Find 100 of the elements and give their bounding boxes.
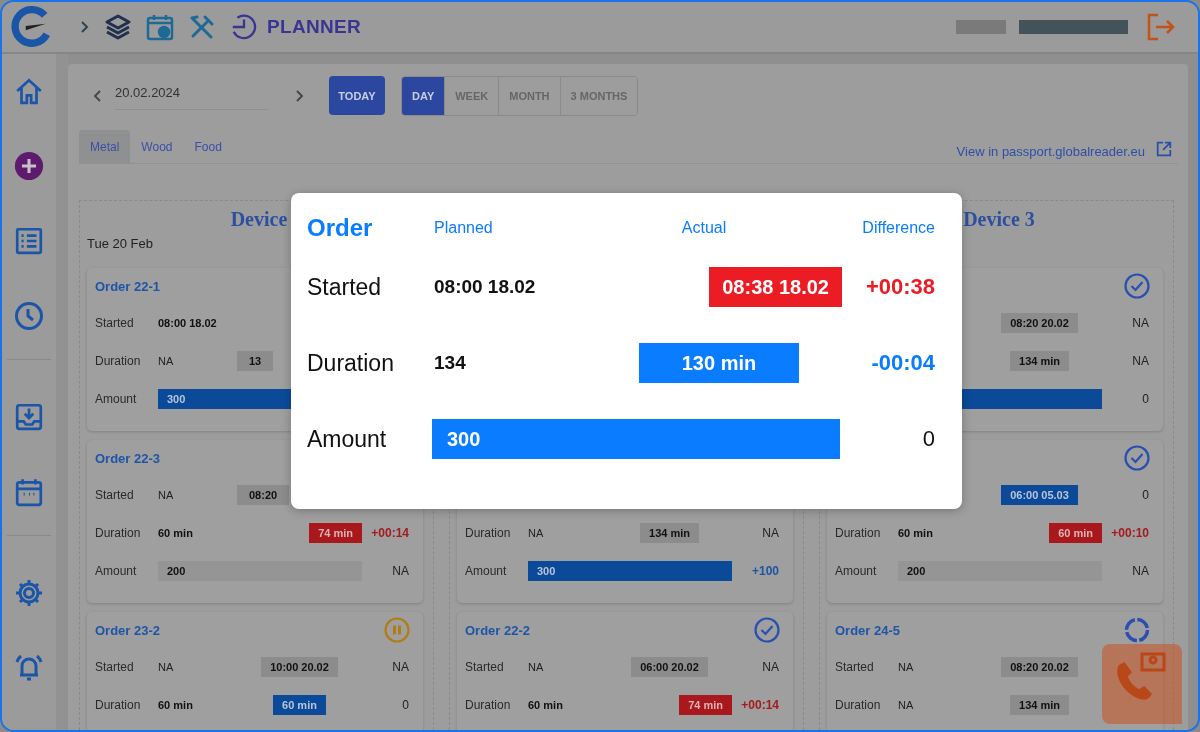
actual-value: 74 min xyxy=(309,523,362,543)
row-label: Started xyxy=(835,660,874,674)
amount-value: 300 xyxy=(167,393,186,405)
order-title[interactable]: Order 22-2 xyxy=(465,622,531,638)
actual-value: 13 xyxy=(237,351,274,371)
external-link-icon[interactable] xyxy=(1155,140,1173,158)
actual-value: 06:00 05.03 xyxy=(1001,485,1078,505)
order-title[interactable]: Order 24-5 xyxy=(835,622,901,638)
settings-icon[interactable] xyxy=(14,578,44,608)
planned-value: NA xyxy=(528,661,544,673)
day-label: Tue 20 Feb xyxy=(87,236,153,251)
row-label: Amount xyxy=(95,564,137,578)
planned-value: 60 min xyxy=(528,699,563,711)
row-label: Started xyxy=(307,273,383,301)
today-button[interactable]: TODAY xyxy=(329,76,385,115)
actual-value: 08:38 18.02 xyxy=(709,267,842,307)
row-label: Amount xyxy=(307,425,388,453)
amount-value: 200 xyxy=(167,565,186,577)
row-label: Duration xyxy=(465,526,511,540)
row-label: Duration xyxy=(95,526,141,540)
planned-value: 60 min xyxy=(158,527,193,539)
difference-value: NA xyxy=(392,660,409,674)
row-label: Started xyxy=(95,660,134,674)
material-tab[interactable]: Food xyxy=(183,130,233,163)
planned-value: NA xyxy=(158,661,174,673)
planned-value: 08:00 18.02 xyxy=(434,276,536,297)
row-label: Amount xyxy=(835,564,877,578)
list-icon[interactable] xyxy=(14,226,44,256)
actual-value: 06:00 20.02 xyxy=(631,657,708,677)
planned-value: 134 xyxy=(434,352,466,373)
difference-value: +00:14 xyxy=(741,698,779,712)
order-title[interactable]: Order 22-1 xyxy=(95,278,161,294)
view-button[interactable]: DAY xyxy=(402,76,445,115)
difference-value: NA xyxy=(1132,354,1149,368)
row-label: Duration xyxy=(835,698,881,712)
difference-value: NA xyxy=(762,660,779,674)
actual-value: 08:20 20.02 xyxy=(1001,313,1078,333)
home-icon[interactable] xyxy=(14,76,44,106)
actual-value: 10:00 20.02 xyxy=(261,657,338,677)
planned-value: NA xyxy=(898,661,914,673)
actual-value: 134 min xyxy=(1010,351,1069,371)
check-circle-icon xyxy=(754,617,780,643)
loading-ring-icon xyxy=(1124,617,1150,643)
device-header: Device 3 xyxy=(963,207,1035,231)
column-header: Actual xyxy=(680,219,728,237)
bell-icon[interactable] xyxy=(14,653,44,683)
calendar-icon[interactable] xyxy=(14,477,44,507)
device-header: Device xyxy=(230,207,288,231)
tools-icon[interactable] xyxy=(188,13,216,41)
external-link[interactable]: View in passport.globalreader.eu xyxy=(956,144,1145,159)
row-label: Started xyxy=(465,660,504,674)
planned-value: NA xyxy=(898,699,914,711)
clock-icon[interactable] xyxy=(230,13,258,41)
row-label: Started xyxy=(95,488,134,502)
amount-value: 300 xyxy=(447,428,481,450)
logout-icon[interactable] xyxy=(1146,12,1176,42)
chevron-right-icon[interactable] xyxy=(294,88,304,103)
planned-value: NA xyxy=(528,527,544,539)
material-tab[interactable]: Wood xyxy=(130,130,184,163)
difference-value: NA xyxy=(762,526,779,540)
planned-value: 08:00 18.02 xyxy=(158,317,217,329)
actual-value: 74 min xyxy=(679,695,732,715)
difference-value: 0 xyxy=(1142,392,1149,406)
actual-value: 130 min xyxy=(639,343,799,383)
column-header: Difference xyxy=(861,219,935,237)
material-tab[interactable]: Metal xyxy=(79,130,131,163)
chat-button[interactable] xyxy=(1102,644,1182,724)
calendar-clock-icon[interactable] xyxy=(146,13,174,41)
row-label: Amount xyxy=(465,564,507,578)
order-title[interactable]: Order 23-2 xyxy=(95,622,161,638)
difference-value: 0 xyxy=(1142,488,1149,502)
download-tray-icon[interactable] xyxy=(14,402,44,432)
planned-value: NA xyxy=(158,489,174,501)
logo-icon xyxy=(10,6,52,48)
actual-value: 60 min xyxy=(1049,523,1102,543)
dialog-title: Order xyxy=(307,214,374,242)
row-label: Duration xyxy=(95,698,141,712)
clock-icon[interactable] xyxy=(14,301,44,331)
chevron-right-icon[interactable] xyxy=(80,20,90,34)
row-label: Duration xyxy=(835,526,881,540)
amount-value: 200 xyxy=(907,565,926,577)
difference-value: +100 xyxy=(751,564,779,578)
add-icon[interactable] xyxy=(14,151,44,181)
row-label: Duration xyxy=(95,354,141,368)
order-title[interactable]: Order 22-3 xyxy=(95,450,161,466)
actual-value: 134 min xyxy=(640,523,699,543)
row-label: Amount xyxy=(95,392,137,406)
row-label: Duration xyxy=(307,349,395,377)
row-label: Duration xyxy=(465,698,511,712)
layers-icon[interactable] xyxy=(104,13,132,41)
planned-value: 60 min xyxy=(898,527,933,539)
difference-value: NA xyxy=(1132,316,1149,330)
actual-value: 08:20 20.02 xyxy=(1001,657,1078,677)
date-field[interactable]: 20.02.2024 xyxy=(115,81,268,110)
chevron-left-icon[interactable] xyxy=(93,88,103,103)
difference-value: -00:04 xyxy=(871,350,935,375)
planned-value: 60 min xyxy=(158,699,193,711)
difference-value: +00:38 xyxy=(865,274,935,299)
actual-value: 08:20 xyxy=(237,485,290,505)
difference-value: 0 xyxy=(402,698,409,712)
